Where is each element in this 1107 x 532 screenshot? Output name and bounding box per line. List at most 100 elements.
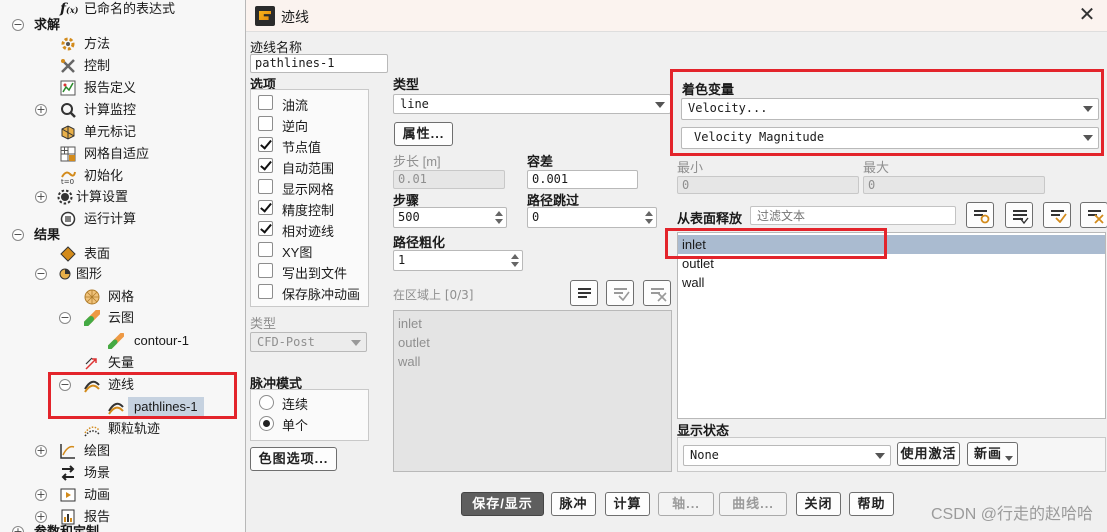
deselect-all-icon[interactable] (1080, 202, 1107, 228)
type2-select: CFD-Post (250, 332, 367, 352)
report-definitions-icon (60, 80, 76, 96)
tree-item-mesh-adaption[interactable]: 网格自适应 (0, 144, 245, 164)
pathlines-icon (84, 377, 100, 393)
color-subvariable-select[interactable]: Velocity Magnitude (681, 127, 1099, 149)
list-item[interactable]: outlet (678, 254, 1105, 273)
watermark: CSDN @行走的赵哈哈 (930, 506, 1093, 523)
list-item[interactable]: wall (678, 273, 1105, 292)
collapse-icon[interactable]: − (12, 229, 24, 241)
tree-item-particle-tracks[interactable]: 颗粒轨迹 (0, 419, 245, 439)
calculation-activities-icon (57, 189, 73, 205)
min-label: 最小 (677, 160, 704, 175)
collapse-icon[interactable]: − (59, 379, 71, 391)
filter-text-input[interactable] (750, 206, 956, 225)
new-state-button[interactable]: 新画 (967, 442, 1018, 466)
color-variable-select[interactable]: Velocity... (681, 98, 1099, 120)
close-button[interactable]: 关闭 (796, 492, 841, 516)
collapse-icon[interactable]: − (35, 268, 47, 280)
tree-item-vectors[interactable]: 矢量 (0, 353, 245, 373)
tree-item-graphics[interactable]: − 图形 (0, 264, 245, 284)
tree-item-monitors[interactable]: + 计算监控 (0, 100, 245, 120)
spin-up-icon[interactable] (511, 254, 519, 259)
save-display-button[interactable]: 保存/显示 (461, 492, 544, 516)
tree-item-controls[interactable]: 控制 (0, 56, 245, 76)
close-icon[interactable]: ✕ (1076, 4, 1098, 26)
tree-item-pathlines-1[interactable]: pathlines-1 (0, 397, 245, 417)
list-item[interactable]: wall (394, 352, 671, 371)
tree-item-contours[interactable]: − 云图 (0, 308, 245, 328)
tree-item-mesh[interactable]: 网格 (0, 287, 245, 307)
contours-icon (83, 309, 101, 327)
attributes-button[interactable]: 属性... (394, 122, 453, 146)
list-item[interactable]: inlet (678, 235, 1105, 254)
pathline-name-field[interactable]: pathlines-1 (250, 54, 388, 73)
tree-item-cell-registers[interactable]: 单元标记 (0, 122, 245, 142)
tree-item-scene[interactable]: 场景 (0, 463, 245, 483)
radio-button[interactable] (259, 395, 274, 410)
expand-icon[interactable]: + (35, 489, 47, 501)
expand-icon[interactable]: + (35, 104, 47, 116)
spin-down-icon[interactable] (645, 219, 653, 224)
checkbox[interactable] (258, 221, 273, 236)
select-checked-icon[interactable] (606, 280, 634, 306)
list-item[interactable]: outlet (394, 333, 671, 352)
checkbox[interactable] (258, 158, 273, 173)
checkbox[interactable] (258, 179, 273, 194)
radio-button[interactable] (259, 416, 274, 431)
deselect-all-icon[interactable] (643, 280, 671, 306)
tree-item-parameters[interactable]: + 参数和定制 (0, 522, 245, 532)
select-all-icon[interactable] (966, 202, 994, 228)
steps-spinner[interactable]: 500 (393, 207, 507, 228)
tree-item-report-definitions[interactable]: 报告定义 (0, 78, 245, 98)
spin-down-icon[interactable] (511, 262, 519, 267)
on-zone-list[interactable]: inlet outlet wall (393, 310, 672, 472)
release-surfaces-list[interactable]: inlet outlet wall (677, 232, 1106, 419)
tree-item-surfaces[interactable]: 表面 (0, 244, 245, 264)
list-view-icon[interactable] (1005, 202, 1033, 228)
tree-item-contour-1[interactable]: contour-1 (0, 331, 245, 351)
tree-item-solution[interactable]: − 求解 (0, 15, 245, 35)
checkbox[interactable] (258, 137, 273, 152)
tolerance-field[interactable]: 0.001 (527, 170, 638, 189)
list-item[interactable]: inlet (394, 314, 671, 333)
tree-item-initialization[interactable]: t=0 初始化 (0, 166, 245, 186)
animations-icon (60, 487, 76, 503)
tree-item-results[interactable]: − 结果 (0, 225, 245, 245)
checkbox[interactable] (258, 242, 273, 257)
checkbox[interactable] (258, 116, 273, 131)
spin-down-icon[interactable] (495, 219, 503, 224)
select-checked-icon[interactable] (1043, 202, 1071, 228)
path-skip-spinner[interactable]: 0 (527, 207, 657, 228)
expand-icon[interactable]: + (12, 526, 24, 532)
tree-item-calculation-activities[interactable]: + 计算设置 (0, 187, 245, 207)
spin-up-icon[interactable] (495, 211, 503, 216)
expand-icon[interactable]: + (35, 191, 47, 203)
tree-item-plots[interactable]: + 绘图 (0, 441, 245, 461)
tree-item-methods[interactable]: 方法 (0, 34, 245, 54)
help-button[interactable]: 帮助 (849, 492, 894, 516)
checkbox[interactable] (258, 95, 273, 110)
colormap-options-button[interactable]: 色图选项... (250, 447, 337, 471)
collapse-icon[interactable]: − (59, 312, 71, 324)
checkbox[interactable] (258, 263, 273, 278)
use-active-button[interactable]: 使用激活 (897, 442, 960, 466)
tree-item-pathlines[interactable]: − 迹线 (0, 375, 245, 395)
steps-value: 500 (398, 210, 420, 224)
option-label: 显示网格 (282, 182, 335, 197)
tree-item-label: 网格自适应 (84, 146, 150, 161)
checkbox[interactable] (258, 200, 273, 215)
compute-button[interactable]: 计算 (605, 492, 650, 516)
pulse-button[interactable]: 脉冲 (551, 492, 596, 516)
path-coarsen-spinner[interactable]: 1 (393, 250, 523, 271)
radio-label: 单个 (282, 418, 309, 433)
display-state-select[interactable]: None (683, 445, 891, 466)
curves-button[interactable]: 曲线... (719, 492, 787, 516)
type-select[interactable]: line (393, 94, 671, 114)
checkbox[interactable] (258, 284, 273, 299)
expand-icon[interactable]: + (35, 445, 47, 457)
tree-item-animations[interactable]: + 动画 (0, 485, 245, 505)
select-all-icon[interactable] (570, 280, 598, 306)
spin-up-icon[interactable] (645, 211, 653, 216)
axes-button[interactable]: 轴... (658, 492, 714, 516)
collapse-icon[interactable]: − (12, 19, 24, 31)
